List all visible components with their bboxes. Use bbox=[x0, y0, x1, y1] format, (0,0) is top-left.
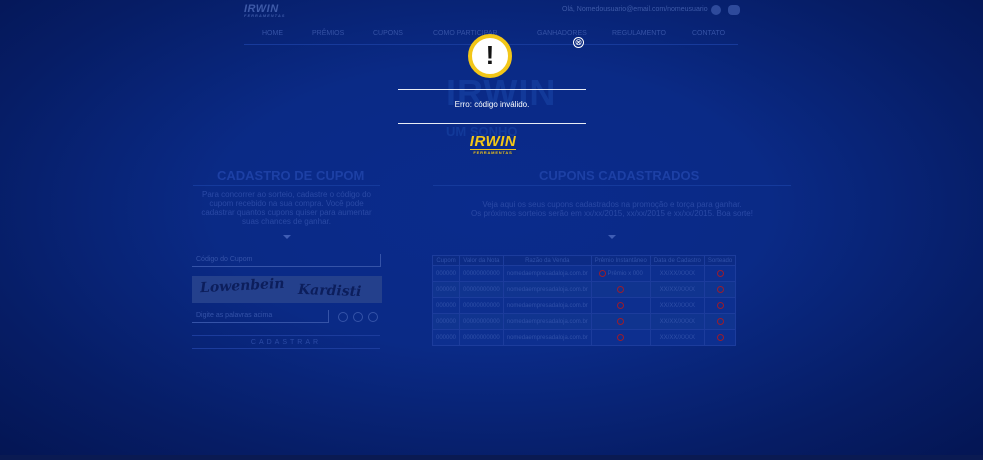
prize-circle-icon bbox=[617, 301, 625, 309]
captcha-input[interactable]: Digite as palavras acima bbox=[192, 310, 329, 323]
modal-top-divider bbox=[398, 89, 586, 90]
cell-sorteado bbox=[703, 265, 737, 282]
cell-razao: nomedaempresadaloja.com.br bbox=[502, 329, 592, 346]
col-cupom: Cupom bbox=[431, 255, 461, 266]
nav-item-home[interactable]: HOME bbox=[262, 30, 283, 37]
cell-premio-text: Prêmio x 000 bbox=[607, 271, 643, 278]
cupons-divider bbox=[433, 185, 791, 186]
cell-razao: nomedaempresadaloja.com.br bbox=[502, 281, 592, 298]
drawn-circle-icon bbox=[716, 269, 724, 277]
col-valor: Valor da Nota bbox=[459, 255, 504, 266]
cadastro-divider bbox=[193, 185, 380, 186]
col-premio: Prêmio Instantâneo bbox=[590, 255, 651, 266]
cell-sorteado bbox=[703, 313, 737, 330]
help-captcha-icon[interactable] bbox=[368, 312, 378, 322]
user-icon[interactable] bbox=[711, 5, 721, 15]
nav-item-contato[interactable]: CONTATO bbox=[692, 30, 725, 37]
cell-razao: nomedaempresadaloja.com.br bbox=[502, 313, 592, 330]
irwin-logo-sub: FERRAMENTAS bbox=[470, 149, 516, 155]
cell-valor: 00000000000 bbox=[459, 265, 504, 282]
welcome-text: Olá, Nomedousuario@email.com/nomeusuario bbox=[562, 6, 708, 13]
drawn-circle-icon bbox=[716, 285, 724, 293]
cell-cupom: 000000 bbox=[431, 313, 461, 330]
cell-premio bbox=[590, 329, 651, 346]
cell-cupom: 000000 bbox=[431, 265, 461, 282]
cell-cupom: 000000 bbox=[431, 297, 461, 314]
col-data: Data de Cadastro bbox=[649, 255, 705, 266]
captcha-image: Lowenbein Kardisti bbox=[192, 276, 382, 303]
nav-item-regulamento[interactable]: REGULAMENTO bbox=[612, 30, 666, 37]
nav-item-premios[interactable]: PRÊMIOS bbox=[312, 30, 344, 37]
table-row: 000000 00000000000 nomedaempresadaloja.c… bbox=[431, 281, 737, 298]
table-row: 000000 00000000000 nomedaempresadaloja.c… bbox=[431, 329, 737, 346]
prize-circle-icon bbox=[617, 285, 625, 293]
drawn-circle-icon bbox=[716, 301, 724, 309]
cupons-text-2: Os próximos sorteios serão em xx/xx/2015… bbox=[471, 209, 753, 218]
header-logo[interactable]: IRWIN FERRAMENTAS bbox=[244, 3, 285, 18]
cell-sorteado bbox=[703, 329, 737, 346]
refresh-captcha-icon[interactable] bbox=[338, 312, 348, 322]
cell-valor: 00000000000 bbox=[459, 297, 504, 314]
cell-premio bbox=[590, 281, 651, 298]
modal-bottom-divider bbox=[398, 123, 586, 124]
cell-data: XX/XX/XXXX bbox=[649, 329, 705, 346]
prize-circle-icon bbox=[598, 269, 606, 277]
drawn-circle-icon bbox=[716, 333, 724, 341]
prize-circle-icon bbox=[617, 333, 625, 341]
cell-data: XX/XX/XXXX bbox=[649, 313, 705, 330]
header-logo-sub: FERRAMENTAS bbox=[244, 13, 286, 18]
drawn-circle-icon bbox=[716, 317, 724, 325]
cell-valor: 00000000000 bbox=[459, 281, 504, 298]
table-row: 000000 00000000000 nomedaempresadaloja.c… bbox=[431, 265, 737, 282]
cell-sorteado bbox=[703, 297, 737, 314]
submit-button[interactable]: CADASTRAR bbox=[192, 335, 380, 349]
cell-sorteado bbox=[703, 281, 737, 298]
cadastro-title: CADASTRO DE CUPOM bbox=[217, 168, 365, 183]
cell-premio: Prêmio x 000 bbox=[590, 265, 651, 282]
cell-data: XX/XX/XXXX bbox=[649, 265, 705, 282]
table-row: 000000 00000000000 nomedaempresadaloja.c… bbox=[431, 313, 737, 330]
close-icon[interactable]: ⊗ bbox=[573, 37, 584, 48]
cell-razao: nomedaempresadaloja.com.br bbox=[502, 297, 592, 314]
coupon-code-input[interactable]: Código do Cupom bbox=[192, 254, 381, 267]
cell-premio bbox=[590, 313, 651, 330]
irwin-logo-text: IRWIN bbox=[469, 133, 517, 150]
cell-valor: 00000000000 bbox=[459, 329, 504, 346]
cell-data: XX/XX/XXXX bbox=[649, 297, 705, 314]
cell-razao: nomedaempresadaloja.com.br bbox=[502, 265, 592, 282]
cell-premio bbox=[590, 297, 651, 314]
col-razao: Razão da Venda bbox=[502, 255, 592, 266]
col-sorteado: Sorteado bbox=[703, 255, 737, 266]
logout-icon[interactable] bbox=[728, 5, 740, 15]
coupons-table: Cupom Valor da Nota Razão da Venda Prêmi… bbox=[431, 255, 737, 346]
table-row: 000000 00000000000 nomedaempresadaloja.c… bbox=[431, 297, 737, 314]
error-modal: ! ⊗ Erro: código inválido. IRWIN FERRAME… bbox=[398, 30, 586, 160]
audio-captcha-icon[interactable] bbox=[353, 312, 363, 322]
chevron-down-icon bbox=[283, 235, 291, 239]
cell-cupom: 000000 bbox=[431, 329, 461, 346]
prize-circle-icon bbox=[617, 317, 625, 325]
chevron-down-icon bbox=[608, 235, 616, 239]
error-message: Erro: código inválido. bbox=[454, 100, 530, 109]
exclamation-icon: ! bbox=[468, 34, 512, 78]
captcha-word-1: Lowenbein bbox=[199, 276, 285, 297]
table-header-row: Cupom Valor da Nota Razão da Venda Prêmi… bbox=[431, 255, 737, 266]
footer-bar bbox=[0, 455, 983, 460]
cell-valor: 00000000000 bbox=[459, 313, 504, 330]
cadastro-text: Para concorrer ao sorteio, cadastre o có… bbox=[201, 190, 372, 226]
cell-cupom: 000000 bbox=[431, 281, 461, 298]
irwin-logo: IRWIN FERRAMENTAS bbox=[466, 134, 520, 155]
cupons-text-1: Veja aqui os seus cupons cadastrados na … bbox=[482, 200, 742, 209]
cell-data: XX/XX/XXXX bbox=[649, 281, 705, 298]
captcha-word-2: Kardisti bbox=[297, 281, 362, 301]
cupons-title: CUPONS CADASTRADOS bbox=[539, 168, 700, 183]
